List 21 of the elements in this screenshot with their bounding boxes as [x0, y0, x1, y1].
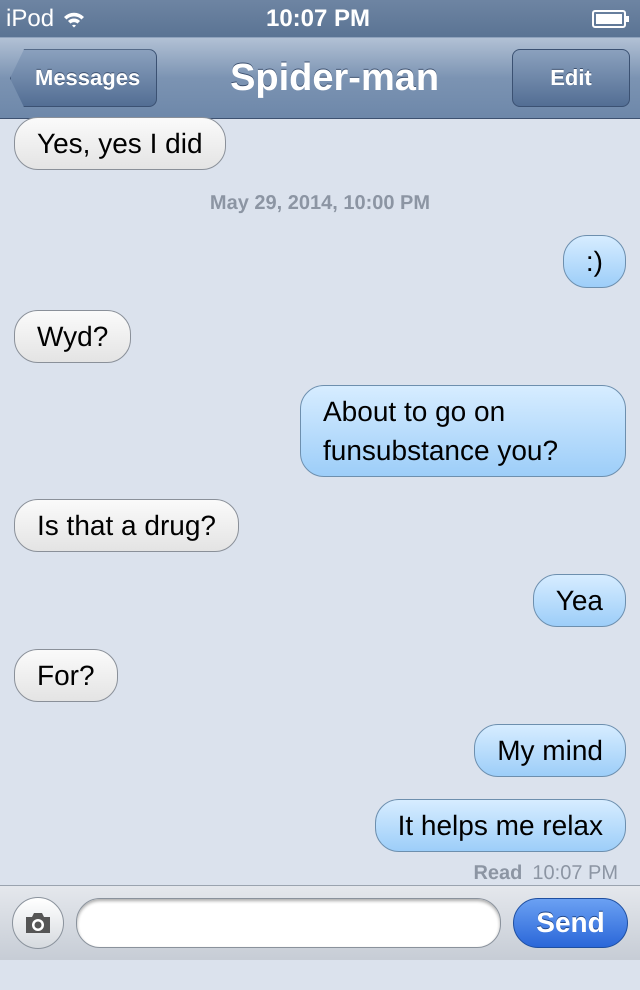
send-button[interactable]: Send	[513, 898, 628, 948]
sent-message-bubble: About to go on funsubstance you?	[300, 385, 626, 478]
received-message-bubble: Wyd?	[14, 310, 132, 364]
received-message-bubble: Is that a drug?	[14, 499, 240, 552]
sent-message-bubble: It helps me relax	[374, 799, 626, 852]
battery-icon	[592, 10, 630, 28]
back-button[interactable]: Messages	[10, 49, 158, 108]
message-input-field[interactable]	[76, 898, 501, 948]
edit-button[interactable]: Edit	[512, 49, 630, 108]
clock: 10:07 PM	[266, 4, 370, 33]
carrier-label: iPod	[6, 4, 54, 33]
sent-message-bubble: Yea	[532, 574, 626, 628]
received-message-bubble: Yes, yes I did	[14, 117, 226, 170]
camera-icon	[23, 911, 53, 936]
read-label: Read	[473, 862, 522, 886]
conversation-title: Spider-man	[230, 56, 440, 100]
timestamp: May 29, 2014, 10:00 PM	[208, 192, 432, 216]
sent-message-bubble: :)	[562, 235, 626, 288]
received-message-bubble: For?	[14, 649, 118, 702]
read-time: 10:07 PM	[532, 862, 618, 886]
sent-message-bubble: My mind	[474, 724, 626, 778]
